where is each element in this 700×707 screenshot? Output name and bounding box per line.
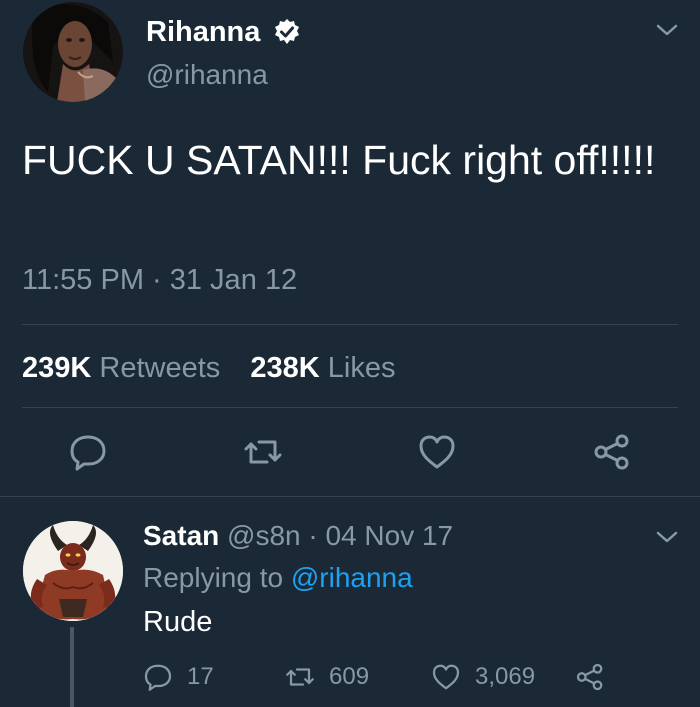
reply-count: 17 [187,663,214,690]
reply-tweet[interactable]: Satan @s8n · 04 Nov 17 Replying to @riha… [0,497,700,707]
likes-count[interactable]: 238K [250,352,319,384]
retweets-count[interactable]: 239K [22,352,91,384]
reply-reply-action[interactable]: 17 [143,661,214,693]
reply-retweet-action[interactable]: 609 [285,661,369,693]
reply-display-name[interactable]: Satan [143,520,219,551]
timestamp[interactable]: 11:55 PM · 31 Jan 12 [22,262,297,298]
reply-share-action[interactable] [575,661,605,693]
display-name[interactable]: Rihanna [146,14,260,50]
retweet-icon[interactable] [243,432,283,472]
divider [22,324,678,325]
chevron-down-icon[interactable] [655,22,679,38]
handle[interactable]: @rihanna [146,58,268,92]
like-icon[interactable] [417,432,457,472]
reply-meta[interactable]: @s8n · 04 Nov 17 [227,520,453,551]
reply-icon[interactable] [68,432,108,472]
like-count: 3,069 [475,663,536,690]
retweet-count: 609 [329,663,370,690]
chevron-down-icon[interactable] [655,529,679,545]
likes-label[interactable]: Likes [328,352,396,384]
retweet-icon [286,668,314,686]
share-icon[interactable] [592,432,632,472]
replying-to: Replying to @rihanna [143,561,413,595]
reply-avatar[interactable] [23,521,123,621]
engagement-stats: 239K Retweets 238K Likes [22,350,396,386]
retweets-label[interactable]: Retweets [99,352,220,384]
reply-text: Rude [143,606,213,638]
share-icon [576,663,603,691]
reply-icon [144,664,172,691]
replying-mention[interactable]: @rihanna [291,562,413,593]
like-icon [432,664,460,690]
reply-like-action[interactable]: 3,069 [431,661,535,693]
divider [22,407,678,408]
thread-line [70,627,74,707]
replying-label: Replying to [143,562,284,593]
verified-icon [275,19,299,44]
tweet-text: FUCK U SATAN!!! Fuck right off!!!!! [22,137,656,183]
avatar[interactable] [23,2,123,102]
main-tweet: Rihanna @rihanna FUCK U SATAN!!! Fuck ri… [0,0,700,496]
reply-header: Satan @s8n · 04 Nov 17 [143,519,453,553]
